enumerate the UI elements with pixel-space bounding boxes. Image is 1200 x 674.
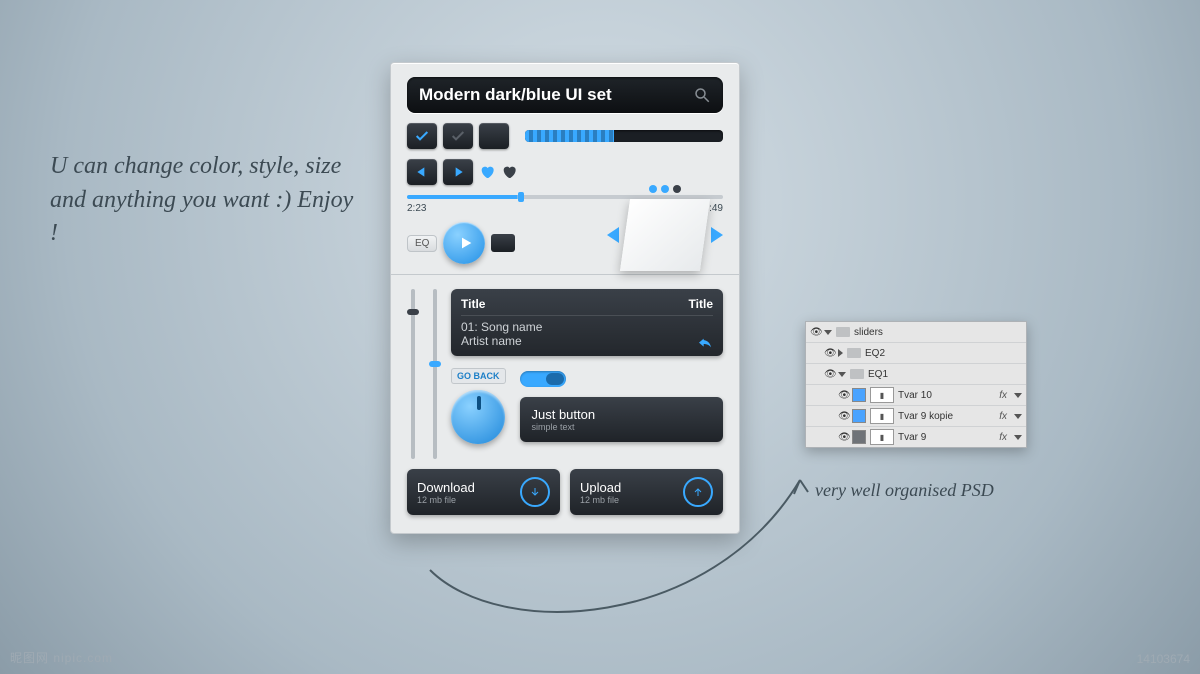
carousel	[607, 185, 723, 271]
folder-icon	[850, 369, 864, 379]
blank-button[interactable]	[479, 123, 509, 149]
play-button[interactable]	[443, 222, 485, 264]
check-button-active[interactable]	[407, 123, 437, 149]
color-swatch	[852, 388, 866, 402]
layer-thumb: ▮	[870, 429, 894, 445]
eq-button[interactable]: EQ	[407, 235, 437, 252]
download-icon	[520, 477, 550, 507]
visibility-icon[interactable]: 👁	[824, 348, 834, 358]
layer-row-sliders[interactable]: 👁 sliders	[806, 322, 1026, 342]
song-line-1: 01: Song name	[461, 320, 713, 334]
expand-icon[interactable]	[824, 330, 832, 335]
layers-panel: 👁 sliders 👁 EQ2 👁 EQ1 👁 ▮ Tvar 10 fx 👁 ▮…	[805, 321, 1027, 448]
layer-thumb: ▮	[870, 408, 894, 424]
layer-name: Tvar 9	[898, 432, 926, 443]
visibility-icon[interactable]: 👁	[810, 327, 820, 337]
watermark: 昵图网 nipic.com	[10, 649, 113, 666]
ui-kit-panel: Modern dark/blue UI set 2:23 7:49	[390, 62, 740, 534]
check-button-inactive[interactable]	[443, 123, 473, 149]
annotation-left: U can change color, style, size and anyt…	[50, 150, 360, 251]
upload-sub: 12 mb file	[580, 495, 621, 505]
mini-control[interactable]	[491, 234, 515, 252]
search-icon[interactable]	[693, 86, 711, 104]
song-head-right: Title	[689, 297, 713, 311]
carousel-prev-icon[interactable]	[607, 227, 619, 243]
download-title: Download	[417, 480, 475, 495]
heart-icon-inactive[interactable]	[501, 164, 517, 180]
folder-icon	[847, 348, 861, 358]
song-line-2: Artist name	[461, 334, 522, 348]
layer-row-item[interactable]: 👁 ▮ Tvar 10 fx	[806, 384, 1026, 405]
just-button-sub: simple text	[532, 422, 712, 432]
just-button-title: Just button	[532, 407, 712, 422]
layer-row-item[interactable]: 👁 ▮ Tvar 9 fx	[806, 426, 1026, 447]
song-head-left: Title	[461, 297, 485, 311]
layer-row-item[interactable]: 👁 ▮ Tvar 9 kopie fx	[806, 405, 1026, 426]
rotary-knob[interactable]	[451, 390, 505, 444]
upload-icon	[683, 477, 713, 507]
layer-row-eq1[interactable]: 👁 EQ1	[806, 363, 1026, 384]
expand-icon[interactable]	[838, 372, 846, 377]
visibility-icon[interactable]: 👁	[838, 432, 848, 442]
layer-name: EQ1	[868, 369, 888, 380]
vertical-slider-2[interactable]	[429, 289, 441, 459]
just-button[interactable]: Just button simple text	[520, 397, 724, 442]
layer-thumb: ▮	[870, 387, 894, 403]
visibility-icon[interactable]: 👁	[838, 390, 848, 400]
carousel-next-icon[interactable]	[711, 227, 723, 243]
progress-bar[interactable]	[525, 130, 723, 142]
download-button[interactable]: Download 12 mb file	[407, 469, 560, 515]
fx-label[interactable]: fx	[999, 390, 1007, 401]
search-title: Modern dark/blue UI set	[419, 85, 693, 105]
annotation-right: very well organised PSD	[815, 480, 994, 501]
fx-label[interactable]: fx	[999, 411, 1007, 422]
layer-name: EQ2	[865, 348, 885, 359]
upload-button[interactable]: Upload 12 mb file	[570, 469, 723, 515]
next-button[interactable]	[443, 159, 473, 185]
layer-row-eq2[interactable]: 👁 EQ2	[806, 342, 1026, 363]
vertical-slider-1[interactable]	[407, 289, 419, 459]
seek-current: 2:23	[407, 203, 426, 214]
toggle-switch[interactable]	[520, 371, 566, 387]
song-info-panel: Title Title 01: Song name Artist name	[451, 289, 723, 356]
layer-name: Tvar 9 kopie	[898, 411, 953, 422]
visibility-icon[interactable]: 👁	[824, 369, 834, 379]
carousel-card[interactable]	[620, 199, 710, 271]
carousel-dots[interactable]	[649, 185, 681, 193]
fx-label[interactable]: fx	[999, 432, 1007, 443]
color-swatch	[852, 430, 866, 444]
layer-name: sliders	[854, 327, 883, 338]
collapse-icon[interactable]	[838, 349, 843, 357]
folder-icon	[836, 327, 850, 337]
visibility-icon[interactable]: 👁	[838, 411, 848, 421]
prev-button[interactable]	[407, 159, 437, 185]
search-bar[interactable]: Modern dark/blue UI set	[407, 77, 723, 113]
layer-name: Tvar 10	[898, 390, 932, 401]
download-sub: 12 mb file	[417, 495, 475, 505]
color-swatch	[852, 409, 866, 423]
upload-title: Upload	[580, 480, 621, 495]
go-back-button[interactable]: GO BACK	[451, 368, 506, 384]
image-id: 14103674	[1137, 652, 1190, 666]
heart-icon-active[interactable]	[479, 164, 495, 180]
reply-icon[interactable]	[697, 334, 713, 353]
